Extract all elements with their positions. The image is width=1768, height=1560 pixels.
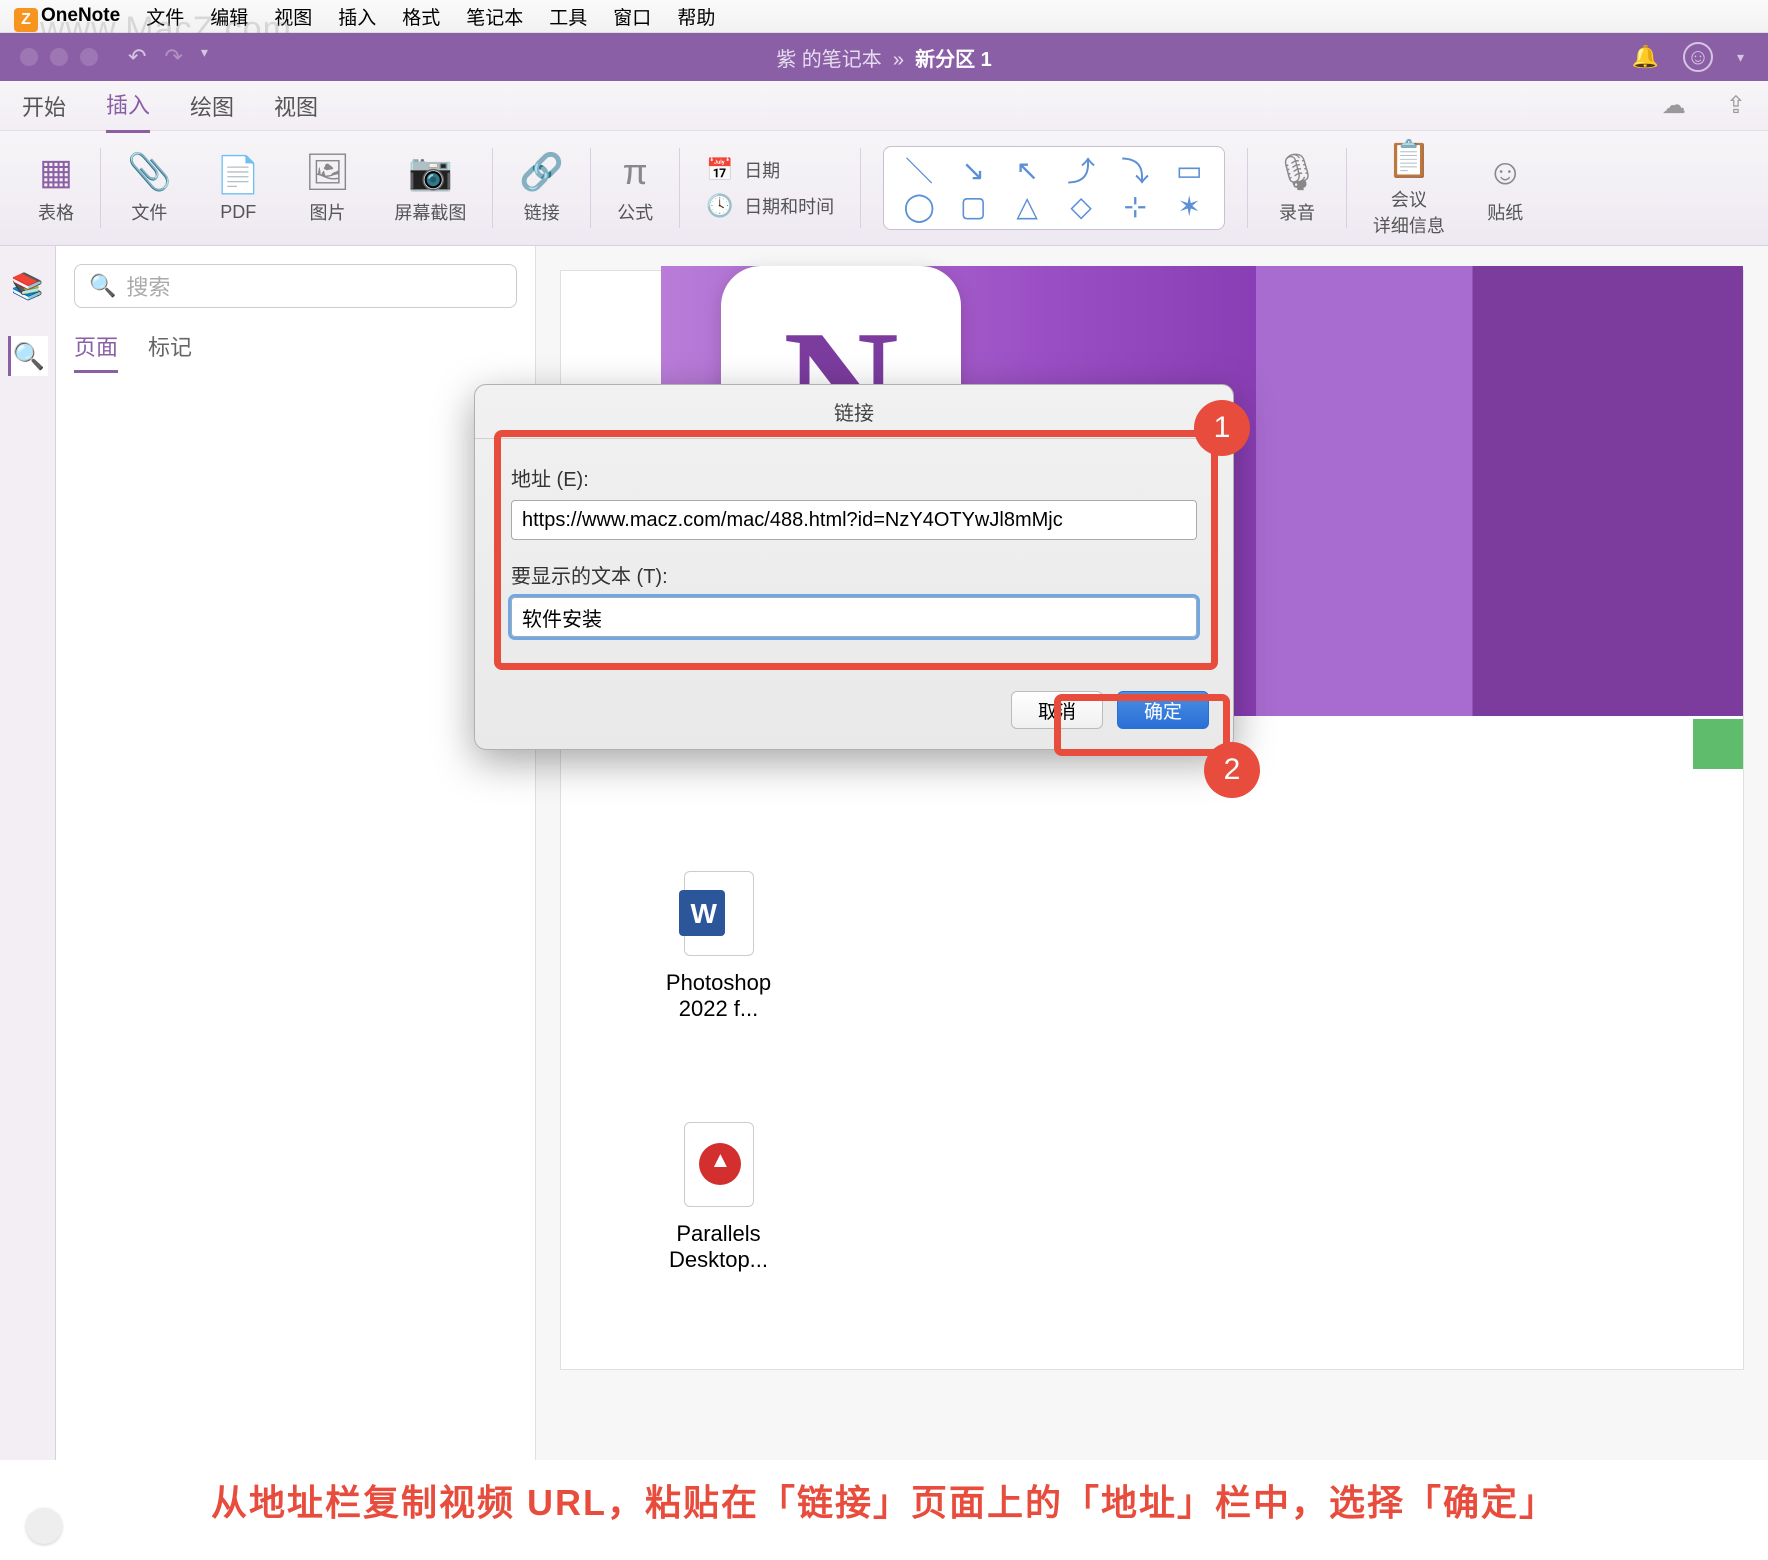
ribbon-toolbar: ▦ 表格 📎文件 📄PDF 🖼图片 📷屏幕截图 🔗链接 π公式 📅日期 🕓日期和… [0, 131, 1768, 246]
word-file-icon [684, 871, 754, 956]
dialog-title: 链接 [475, 385, 1233, 439]
insert-audio-button[interactable]: 🎙录音 [1258, 143, 1336, 233]
menu-tools[interactable]: 工具 [549, 3, 587, 30]
display-text-input[interactable] [511, 597, 1197, 637]
meeting-icon: 📋 [1386, 138, 1431, 180]
cloud-sync-icon[interactable]: ☁ [1662, 91, 1686, 120]
smile-icon: ☺ [1487, 151, 1524, 193]
arrow2-icon: ↖ [1010, 157, 1044, 183]
attachment-pdf[interactable]: Parallels Desktop... [641, 1122, 796, 1273]
shape-gallery[interactable]: ＼ ↘ ↖ ⤴ ⤵ ▭ ◯ ▢ △ ◇ ⊹ ✶ [883, 146, 1225, 230]
display-text-label: 要显示的文本 (T): [511, 560, 1197, 589]
rect-icon: ▭ [1172, 157, 1206, 183]
attachment-label: Photoshop 2022 f... [641, 970, 796, 1022]
cancel-button[interactable]: 取消 [1011, 691, 1103, 729]
left-rail: 📚 🔍 [0, 246, 56, 1460]
search-icon[interactable]: 🔍 [8, 336, 48, 376]
insert-link-button[interactable]: 🔗链接 [503, 143, 580, 233]
ribbon-tabs: 开始 插入 绘图 视图 ☁ ⇪ [0, 81, 1768, 131]
link-icon: 🔗 [519, 151, 564, 193]
menu-format[interactable]: 格式 [402, 3, 440, 30]
insert-screenshot-button[interactable]: 📷屏幕截图 [378, 143, 482, 233]
app-name[interactable]: OneNote [41, 5, 120, 27]
green-swatch [1693, 719, 1743, 769]
notebooks-icon[interactable]: 📚 [8, 266, 48, 306]
search-icon: 🔍 [89, 273, 116, 299]
ellipse-icon: ◯ [902, 193, 936, 219]
calendar-icon: 📅 [706, 157, 734, 183]
search-input[interactable]: 🔍 搜索 [74, 264, 517, 308]
status-dot [26, 1508, 62, 1544]
image-icon: 🖼 [305, 151, 351, 193]
insert-table-button[interactable]: ▦ 表格 [22, 143, 90, 233]
link-dialog: 链接 地址 (E): 要显示的文本 (T): 取消 确定 [474, 384, 1234, 750]
tab-view[interactable]: 视图 [274, 80, 318, 132]
meeting-details-button[interactable]: 📋会议 详细信息 [1357, 143, 1461, 233]
insert-datetime-button[interactable]: 🕓日期和时间 [706, 193, 834, 219]
share-icon[interactable]: ⇪ [1726, 91, 1746, 120]
callout-badge-1: 1 [1194, 400, 1250, 456]
camera-icon: 📷 [408, 151, 453, 193]
paperclip-icon: 📎 [127, 151, 172, 193]
mic-icon: 🎙 [1274, 151, 1320, 193]
connector-icon: ⤴ [1064, 157, 1098, 183]
mac-menubar: OneNote 文件 编辑 视图 插入 格式 笔记本 工具 窗口 帮助 [0, 0, 1768, 33]
tab-pages[interactable]: 页面 [74, 330, 118, 373]
insert-sticker-button[interactable]: ☺贴纸 [1471, 143, 1540, 233]
insert-image-button[interactable]: 🖼图片 [289, 143, 367, 233]
insert-date-button[interactable]: 📅日期 [706, 157, 834, 183]
side-panel: 🔍 搜索 页面 标记 [56, 246, 536, 1460]
bell-icon[interactable]: 🔔 [1632, 44, 1659, 70]
menu-notebook[interactable]: 笔记本 [466, 3, 523, 30]
tab-home[interactable]: 开始 [22, 80, 66, 132]
chevron-down-icon[interactable]: ▾ [201, 44, 208, 70]
tab-insert[interactable]: 插入 [106, 78, 150, 133]
instruction-caption: 从地址栏复制视频 URL，粘贴在「链接」页面上的「地址」栏中，选择「确定」 [0, 1474, 1768, 1526]
triangle-icon: △ [1010, 193, 1044, 219]
brand-badge: Z [14, 8, 38, 32]
ok-button[interactable]: 确定 [1117, 691, 1209, 729]
menu-edit[interactable]: 编辑 [210, 3, 248, 30]
square-icon: ▢ [956, 193, 990, 219]
menu-window[interactable]: 窗口 [613, 3, 651, 30]
address-label: 地址 (E): [511, 463, 1197, 492]
diamond-icon: ◇ [1064, 193, 1098, 219]
pdf-file-icon [684, 1122, 754, 1207]
arrow-icon: ↘ [956, 157, 990, 183]
star-icon: ✶ [1172, 193, 1206, 219]
window-titlebar: ↶ ↷ ▾ 紫 的笔记本 » 新分区 1 🔔 ☺ ▾ [0, 33, 1768, 81]
clock-icon: 🕓 [706, 193, 734, 219]
tab-draw[interactable]: 绘图 [190, 80, 234, 132]
menu-file[interactable]: 文件 [146, 3, 184, 30]
redo-icon[interactable]: ↷ [164, 44, 182, 70]
callout-badge-2: 2 [1204, 742, 1260, 798]
insert-pdf-button[interactable]: 📄PDF [200, 143, 277, 233]
menu-insert[interactable]: 插入 [338, 3, 376, 30]
pdf-icon: 📄 [216, 154, 261, 196]
undo-icon[interactable]: ↶ [128, 44, 146, 70]
connector2-icon: ⤵ [1118, 157, 1152, 183]
attachment-word[interactable]: Photoshop 2022 f... [641, 871, 796, 1022]
insert-file-button[interactable]: 📎文件 [111, 143, 188, 233]
axes-icon: ⊹ [1118, 193, 1152, 219]
address-input[interactable] [511, 500, 1197, 540]
chevron-down-icon[interactable]: ▾ [1737, 49, 1744, 66]
line-icon: ＼ [902, 157, 936, 183]
attachment-label: Parallels Desktop... [641, 1221, 796, 1273]
table-icon: ▦ [39, 151, 73, 193]
traffic-lights[interactable] [20, 48, 98, 66]
tab-tags[interactable]: 标记 [148, 330, 192, 373]
menu-help[interactable]: 帮助 [677, 3, 715, 30]
pi-icon: π [623, 151, 648, 193]
menu-view[interactable]: 视图 [274, 3, 312, 30]
account-avatar[interactable]: ☺ [1683, 42, 1713, 72]
window-title: 紫 的笔记本 » 新分区 1 [776, 43, 992, 72]
insert-formula-button[interactable]: π公式 [601, 143, 669, 233]
